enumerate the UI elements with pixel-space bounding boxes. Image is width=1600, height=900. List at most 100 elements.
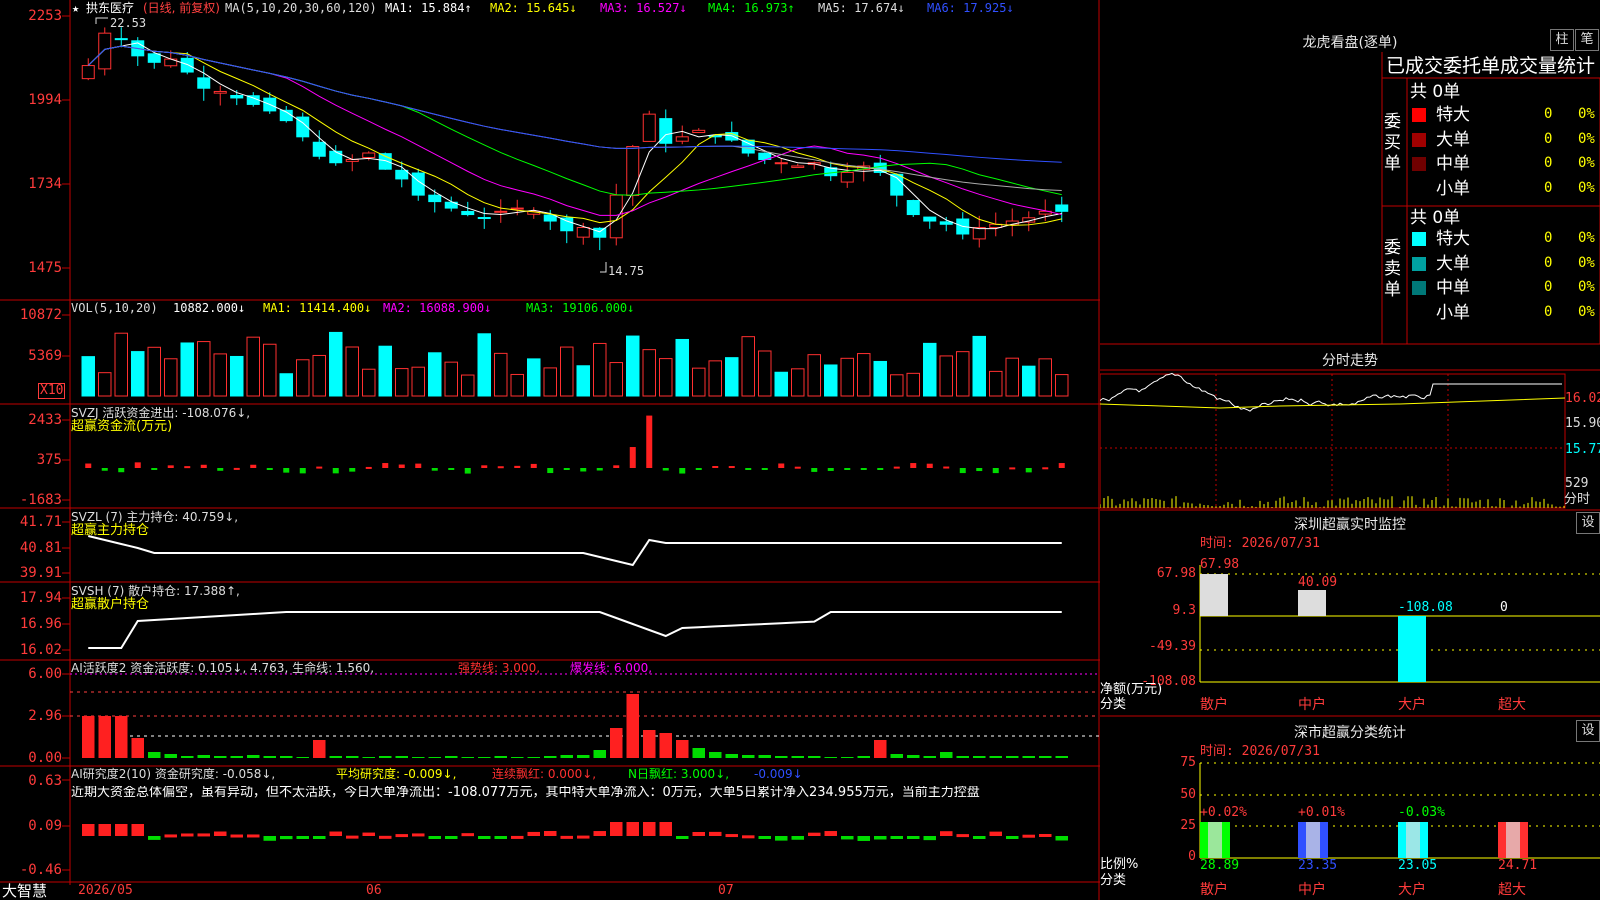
volume-bar (873, 360, 887, 397)
ai-research-bar (395, 834, 408, 838)
volume-bar (114, 332, 128, 397)
ai-active-bar (1006, 756, 1019, 758)
ai-research-bar (956, 834, 969, 838)
stroke-mode-button[interactable]: 笔 (1575, 29, 1599, 51)
ma-line (87, 45, 1062, 192)
ai-research-bar (1039, 833, 1052, 837)
volume-bar (461, 374, 475, 397)
classify-bar-highlight (1306, 822, 1320, 858)
sell-side-label: 委卖单 (1384, 238, 1401, 300)
svzl-axis-1: 41.71 (19, 514, 62, 530)
monitor-settings-button[interactable]: 设 (1576, 512, 1600, 534)
monitor-xlabel: 分类 (1100, 697, 1127, 712)
classify-settings-button[interactable]: 设 (1576, 720, 1600, 742)
classify-axis-label: 75 (1180, 755, 1196, 770)
svzj-bar (316, 466, 323, 469)
volume-bar (956, 351, 970, 397)
bar-mode-button[interactable]: 柱 (1550, 29, 1574, 51)
ai-research-bar (577, 835, 590, 839)
ai-active-bar (164, 754, 177, 758)
svzj-bar (1058, 463, 1065, 468)
candle-body (98, 32, 112, 70)
ai-active-bar (197, 755, 210, 758)
classify-bar-highlight (1406, 822, 1420, 858)
ai-active-bar (131, 738, 144, 758)
intraday-vol-unit: 分时 (1564, 492, 1591, 507)
date-label-may: 2026/05 (78, 883, 133, 898)
price-axis-2: 1994 (28, 92, 62, 108)
dragon-title: 龙虎看盘(逐单) (1302, 35, 1398, 51)
volume-bar (576, 365, 590, 397)
ai-active-bar (461, 757, 474, 758)
intraday-title: 分时走势 (1322, 353, 1378, 369)
ma6-value: MA6: 17.925↓ (927, 1, 1014, 15)
ai-strong-line: 强势线: 3.000, (458, 661, 541, 675)
ai-active-bar (445, 756, 458, 758)
buy-row-swatch (1412, 132, 1426, 147)
sell-row-count: 0 (1544, 230, 1553, 246)
ai-research-bar (445, 836, 458, 839)
ai-research-bar (346, 835, 359, 839)
candle-body (774, 162, 788, 165)
ai-active-bar (263, 756, 276, 758)
ai-axis-2: 2.96 (28, 708, 62, 724)
candle-body (81, 65, 95, 80)
buy-row-pct: 0% (1578, 106, 1595, 122)
ai-research-bar (115, 824, 128, 836)
ai-research-bar (197, 833, 210, 837)
ai-active-bar (1039, 756, 1052, 758)
svzj-axis-2: 375 (36, 452, 62, 468)
volume-bar (609, 362, 623, 397)
volume-bar (840, 357, 854, 397)
candle-body (972, 227, 986, 240)
svzj-bar (728, 466, 735, 469)
ai-research-bar (362, 832, 375, 836)
svzj-bar (893, 466, 900, 469)
buy-row-count: 0 (1544, 155, 1553, 171)
volume-bar (708, 360, 722, 397)
svzj-bar (233, 467, 240, 470)
star-icon[interactable]: ★ (72, 1, 79, 15)
volume-bar (1022, 365, 1036, 397)
volume-bar (791, 368, 805, 397)
ai-research-bar (989, 831, 1002, 836)
ai-research-bar (131, 824, 144, 836)
ai-active-bar (329, 756, 342, 758)
svzj-bar (217, 468, 224, 471)
ai-active-bar (907, 755, 920, 758)
buy-row-name: 小单 (1436, 178, 1470, 199)
kline-chart-canvas[interactable] (0, 0, 1100, 900)
ai-active-bar (362, 757, 375, 758)
vol-unit-badge: X10 (38, 383, 66, 399)
ai-research-bar (593, 831, 606, 836)
ai-research-bar (461, 833, 474, 837)
svzl-sub: 超赢主力持仓 (71, 523, 150, 538)
ai-research-bar (610, 822, 623, 836)
ai-research-bar (659, 822, 672, 836)
volume-bar (147, 346, 161, 397)
volume-bar (824, 364, 838, 397)
buy-order-row: 大单 0 0% (1410, 129, 1600, 151)
ai-research-bar (742, 835, 755, 839)
ai-active-bar (82, 716, 95, 758)
svsh-label: SVSH (7) 散户持仓: 17.388↑, (71, 584, 240, 598)
volume-bar (378, 345, 392, 397)
ai-research-bar (428, 836, 441, 839)
buy-row-name: 大单 (1436, 129, 1470, 150)
volume-bar (1055, 374, 1069, 397)
classify-ratio-label: 28.89 (1200, 858, 1240, 873)
buy-row-swatch (1412, 108, 1426, 122)
svsh-axis-2: 16.96 (19, 616, 62, 632)
svzj-bar (761, 468, 768, 470)
main-chart-area[interactable]: 2253 1994 1734 1475 ★ 拱东医疗 (日线, 前复权) MA(… (0, 0, 1100, 900)
svzj-bar (910, 463, 917, 468)
ai-active-bar (593, 750, 606, 758)
sell-row-swatch (1412, 281, 1426, 295)
stock-name: 拱东医疗 (86, 1, 135, 15)
monitor-category-label: 超大 (1498, 697, 1526, 713)
ai-research-bar (379, 835, 392, 839)
ai-active-bar (214, 756, 227, 758)
air-axis-3: -0.46 (19, 862, 62, 878)
svzj-bar (844, 468, 851, 470)
ai-research-bar (874, 836, 887, 840)
